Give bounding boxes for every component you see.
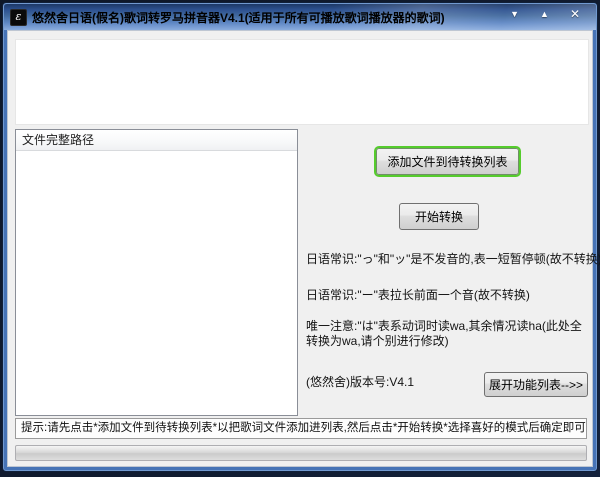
progress-bar [15, 445, 587, 461]
close-icon[interactable]: ✕ [570, 8, 580, 20]
titlebar[interactable]: ε 悠然舍日语(假名)歌词转罗马拼音器V4.1(适用于所有可播放歌词播放器的歌词… [4, 4, 596, 30]
lyrics-preview-panel[interactable] [15, 39, 589, 125]
note-sokuon: 日语常识:"っ"和"ッ"是不发音的,表一短暂停顿(故不转换) [306, 252, 600, 267]
minimize-icon[interactable]: ▼ [510, 8, 519, 20]
app-window: ε 悠然舍日语(假名)歌词转罗马拼音器V4.1(适用于所有可播放歌词播放器的歌词… [2, 2, 598, 472]
note-ha-wa: 唯一注意:"は"表系动词时读wa,其余情况读ha(此处全转换为wa,请个别进行修… [306, 319, 590, 349]
caption-buttons: ▼ ▲ ✕ [510, 8, 580, 20]
expand-functions-button[interactable]: 展开功能列表-->> [484, 372, 588, 397]
version-label: (悠然舍)版本号:V4.1 [306, 375, 414, 390]
file-list[interactable]: 文件完整路径 [15, 129, 298, 416]
note-long-vowel: 日语常识:"ー"表拉长前面一个音(故不转换) [306, 288, 530, 303]
add-files-button[interactable]: 添加文件到待转换列表 [376, 148, 519, 175]
start-convert-button[interactable]: 开始转换 [399, 203, 479, 230]
window-title: 悠然舍日语(假名)歌词转罗马拼音器V4.1(适用于所有可播放歌词播放器的歌词) [32, 9, 510, 26]
app-icon: ε [10, 9, 27, 26]
client-area: 文件完整路径 添加文件到待转换列表 开始转换 日语常识:"っ"和"ッ"是不发音的… [7, 30, 593, 467]
file-list-column-header[interactable]: 文件完整路径 [16, 130, 297, 151]
hint-bar: 提示:请先点击*添加文件到待转换列表*以把歌词文件添加进列表,然后点击*开始转换… [15, 418, 587, 439]
maximize-icon[interactable]: ▲ [540, 8, 549, 20]
app-icon-glyph: ε [16, 10, 22, 23]
